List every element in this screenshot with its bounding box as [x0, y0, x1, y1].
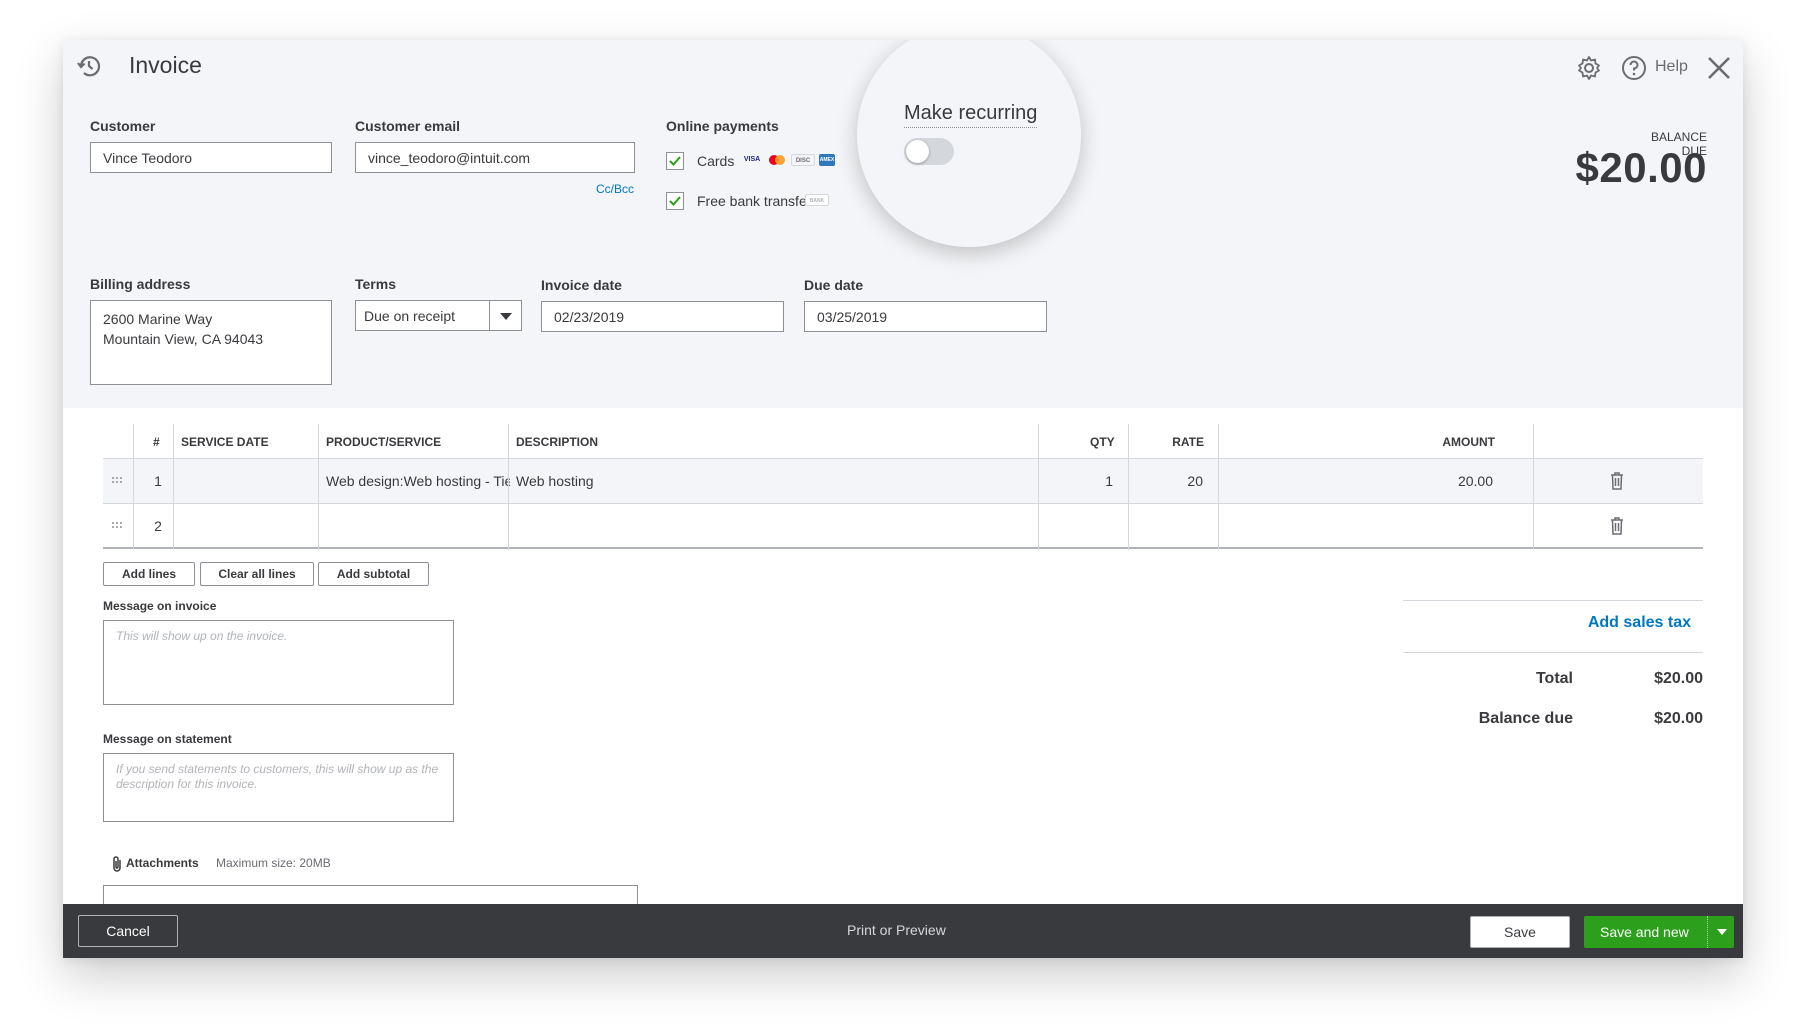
billing-address-input[interactable]: 2600 Marine Way Mountain View, CA 94043 — [90, 300, 332, 385]
help-link[interactable]: Help — [1655, 58, 1688, 76]
terms-value: Due on receipt — [364, 308, 456, 324]
row-product[interactable]: Web design:Web hosting - Tie — [326, 473, 510, 489]
total-label: Total — [1535, 670, 1573, 687]
make-recurring-toggle[interactable] — [904, 138, 954, 165]
cancel-button[interactable]: Cancel — [78, 915, 178, 947]
col-rate: RATE — [1172, 435, 1204, 449]
online-payments-label: Online payments — [666, 118, 779, 134]
billing-address-label: Billing address — [90, 276, 191, 292]
invoice-date-input[interactable]: 02/23/2019 — [541, 301, 784, 332]
cc-bcc-link[interactable]: Cc/Bcc — [596, 182, 634, 196]
visa-logo-icon: VISA — [743, 156, 761, 163]
row-description[interactable]: Web hosting — [516, 473, 1036, 489]
history-icon[interactable] — [75, 52, 103, 80]
check-icon — [669, 156, 681, 166]
col-divider — [1533, 424, 1534, 550]
col-divider — [318, 424, 319, 550]
col-amount: AMOUNT — [1442, 435, 1495, 449]
toggle-knob — [906, 140, 929, 163]
due-date-label: Due date — [804, 277, 864, 293]
amex-logo-icon: AMEX — [819, 154, 835, 166]
col-divider — [133, 424, 134, 550]
customer-input[interactable]: Vince Teodoro — [90, 142, 332, 173]
billing-line-2: Mountain View, CA 94043 — [103, 331, 264, 347]
terms-label: Terms — [355, 276, 396, 292]
col-divider — [1038, 424, 1039, 550]
add-sales-tax-link[interactable]: Add sales tax — [1523, 614, 1691, 632]
message-statement-input[interactable]: If you send statements to customers, thi… — [103, 753, 454, 822]
col-divider — [1218, 424, 1219, 550]
message-statement-label: Message on statement — [103, 732, 232, 746]
print-preview-link[interactable]: Print or Preview — [847, 922, 946, 938]
due-date-input[interactable]: 03/25/2019 — [804, 301, 1047, 332]
totals-divider — [1403, 600, 1703, 601]
totals-divider — [1403, 652, 1703, 653]
trash-icon[interactable] — [1610, 517, 1624, 535]
message-statement-placeholder: If you send statements to customers, thi… — [116, 762, 439, 791]
col-description: DESCRIPTION — [516, 435, 599, 449]
col-divider — [173, 424, 174, 550]
message-invoice-input[interactable]: This will show up on the invoice. — [103, 620, 454, 705]
gear-icon[interactable] — [1576, 55, 1602, 81]
footer-bar: Cancel Print or Preview Save Save and ne… — [63, 904, 1743, 958]
col-product: PRODUCT/SERVICE — [326, 435, 442, 449]
mastercard-logo-icon — [767, 154, 787, 166]
check-icon — [669, 196, 681, 206]
col-divider — [1128, 424, 1129, 550]
col-qty: QTY — [1090, 435, 1115, 449]
message-invoice-placeholder: This will show up on the invoice. — [116, 629, 288, 643]
customer-email-input[interactable]: vince_teodoro@intuit.com — [355, 142, 635, 173]
drag-handle-icon[interactable] — [111, 521, 123, 531]
table-header: # SERVICE DATE PRODUCT/SERVICE DESCRIPTI… — [103, 424, 1703, 459]
table-row[interactable]: 2 — [103, 504, 1703, 549]
paperclip-icon — [113, 856, 121, 872]
row-amount[interactable]: 20.00 — [1303, 473, 1493, 489]
save-button[interactable]: Save — [1470, 916, 1570, 948]
invoice-date-label: Invoice date — [541, 277, 622, 293]
table-row[interactable]: 1 Web design:Web hosting - Tie Web hosti… — [103, 459, 1703, 504]
customer-email-label: Customer email — [355, 118, 461, 134]
attachments-max-size: Maximum size: 20MB — [216, 856, 331, 870]
terms-select[interactable]: Due on receipt — [355, 300, 522, 331]
bank-transfer-checkbox[interactable] — [666, 192, 684, 210]
chevron-down-icon[interactable] — [1707, 916, 1734, 948]
col-num: # — [153, 435, 160, 449]
row-num: 1 — [154, 473, 162, 489]
row-num: 2 — [154, 518, 162, 534]
add-lines-button[interactable]: Add lines — [103, 562, 195, 586]
clear-all-lines-button[interactable]: Clear all lines — [200, 562, 314, 586]
attachments-label: Attachments — [126, 856, 199, 870]
billing-line-1: 2600 Marine Way — [103, 311, 213, 327]
cards-label: Cards — [697, 153, 735, 169]
balance-due-amount: $20.00 — [1575, 144, 1707, 191]
make-recurring-label: Make recurring — [904, 102, 1038, 128]
bank-transfer-label: Free bank transfer — [697, 193, 812, 209]
invoice-window: Invoice Help Customer Vince Teodoro Cust… — [63, 40, 1743, 958]
row-qty[interactable]: 1 — [1063, 473, 1113, 489]
discover-logo-icon: DISC — [791, 154, 815, 166]
total-value: $20.00 — [1654, 670, 1703, 687]
row-rate[interactable]: 20 — [1153, 473, 1203, 489]
trash-icon[interactable] — [1610, 472, 1624, 490]
add-subtotal-button[interactable]: Add subtotal — [318, 562, 429, 586]
balance-due-total-value: $20.00 — [1654, 710, 1703, 727]
chevron-down-icon[interactable] — [489, 301, 521, 330]
close-icon[interactable] — [1705, 54, 1733, 82]
cards-checkbox[interactable] — [666, 152, 684, 170]
bank-logo-icon: BANK — [805, 194, 829, 206]
customer-label: Customer — [90, 118, 156, 134]
drag-handle-icon[interactable] — [111, 476, 123, 486]
balance-due-total-label: Balance due — [1478, 710, 1573, 727]
page-title: Invoice — [129, 52, 202, 78]
col-service-date: SERVICE DATE — [181, 435, 269, 449]
col-divider — [508, 424, 509, 550]
help-icon[interactable] — [1621, 55, 1647, 81]
message-invoice-label: Message on invoice — [103, 599, 217, 613]
